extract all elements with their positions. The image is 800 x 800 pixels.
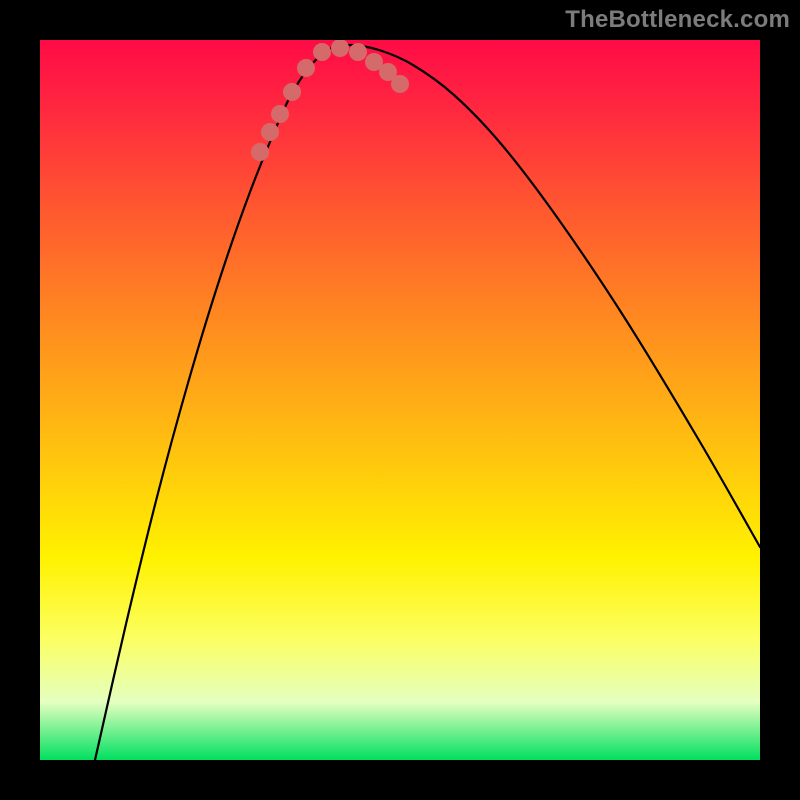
highlight-dots: [251, 40, 409, 161]
bottleneck-curve: [95, 45, 760, 760]
highlight-dot: [283, 83, 301, 101]
highlight-dot: [261, 123, 279, 141]
curve-svg: [40, 40, 760, 760]
highlight-dot: [271, 105, 289, 123]
chart-frame: TheBottleneck.com: [0, 0, 800, 800]
highlight-dot: [331, 40, 349, 57]
highlight-dot: [313, 43, 331, 61]
plot-area: [40, 40, 760, 760]
highlight-dot: [391, 75, 409, 93]
highlight-dot: [297, 59, 315, 77]
highlight-dot: [251, 143, 269, 161]
watermark-text: TheBottleneck.com: [565, 6, 790, 34]
highlight-dot: [349, 43, 367, 61]
